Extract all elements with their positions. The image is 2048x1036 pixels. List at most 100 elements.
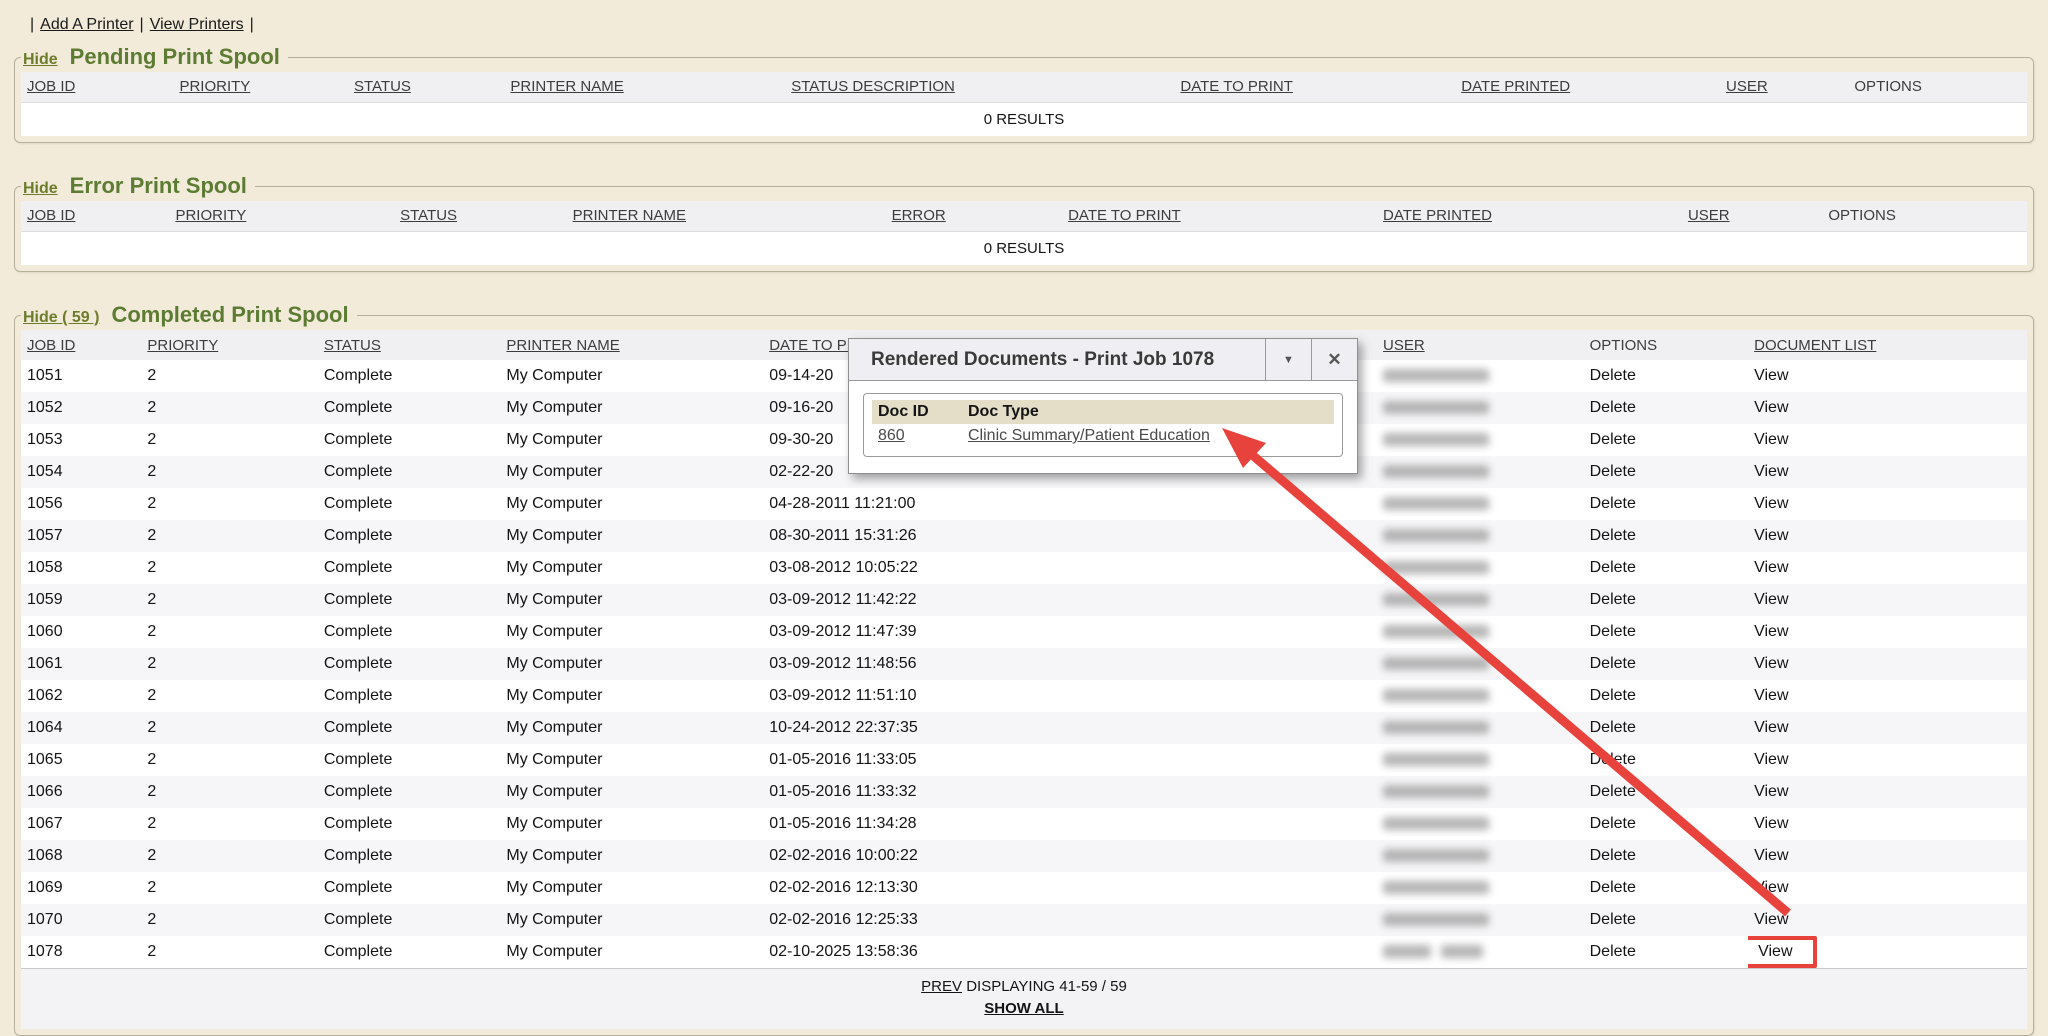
view-link[interactable]: View	[1754, 527, 1788, 544]
view-link[interactable]: View	[1754, 815, 1788, 832]
column-header-job_id[interactable]: JOB ID	[27, 78, 75, 95]
nav-separator: |	[30, 16, 34, 33]
view-link[interactable]: View	[1754, 783, 1788, 800]
cell-document_list: View	[1748, 488, 2027, 520]
delete-link[interactable]: Delete	[1590, 591, 1636, 608]
cell-printer_name: My Computer	[500, 360, 763, 392]
column-header-user[interactable]: USER	[1383, 337, 1425, 354]
column-header-status[interactable]: STATUS	[324, 337, 381, 354]
column-header-date_printed[interactable]: DATE PRINTED	[1461, 78, 1570, 95]
view-link[interactable]: View	[1754, 431, 1788, 448]
delete-link[interactable]: Delete	[1590, 879, 1636, 896]
hide-completed-link[interactable]: Hide ( 59 )	[23, 309, 99, 327]
delete-link[interactable]: Delete	[1590, 495, 1636, 512]
column-header-status_description[interactable]: STATUS DESCRIPTION	[791, 78, 955, 95]
delete-link[interactable]: Delete	[1590, 431, 1636, 448]
delete-link[interactable]: Delete	[1590, 655, 1636, 672]
column-header-job_id[interactable]: JOB ID	[27, 207, 75, 224]
cell-date_printed	[1136, 680, 1377, 712]
column-header-printer_name[interactable]: PRINTER NAME	[573, 207, 686, 224]
cell-job_id: 1070	[21, 904, 141, 936]
column-header-job_id[interactable]: JOB ID	[27, 337, 75, 354]
pending-print-spool-section: Hide Pending Print Spool JOB IDPRIORITYS…	[14, 44, 2034, 143]
cell-status: Complete	[318, 456, 501, 488]
column-header-user[interactable]: USER	[1688, 207, 1730, 224]
column-header-printer_name[interactable]: PRINTER NAME	[506, 337, 619, 354]
hide-error-link[interactable]: Hide	[23, 180, 58, 198]
view-link[interactable]: View	[1754, 367, 1788, 384]
cell-priority: 2	[141, 680, 318, 712]
view-printers-link[interactable]: View Printers	[150, 16, 244, 33]
show-all-line: SHOW ALL	[21, 998, 2027, 1020]
delete-link[interactable]: Delete	[1590, 367, 1636, 384]
column-header-error[interactable]: ERROR	[892, 207, 946, 224]
column-header-status[interactable]: STATUS	[354, 78, 411, 95]
view-link[interactable]: View	[1754, 687, 1788, 704]
view-link[interactable]: View	[1754, 655, 1788, 672]
cell-document_list: View	[1748, 680, 2027, 712]
delete-link[interactable]: Delete	[1590, 783, 1636, 800]
delete-link[interactable]: Delete	[1590, 719, 1636, 736]
column-header-priority[interactable]: PRIORITY	[147, 337, 218, 354]
cell-status: Complete	[318, 424, 501, 456]
column-header-priority[interactable]: PRIORITY	[179, 78, 250, 95]
column-header-user[interactable]: USER	[1726, 78, 1768, 95]
column-header-document_list[interactable]: DOCUMENT LIST	[1754, 337, 1876, 354]
delete-link[interactable]: Delete	[1590, 911, 1636, 928]
column-header-printer_name[interactable]: PRINTER NAME	[510, 78, 623, 95]
cell-date_printed	[1136, 520, 1377, 552]
column-header-priority[interactable]: PRIORITY	[175, 207, 246, 224]
add-a-printer-link[interactable]: Add A Printer	[40, 16, 133, 33]
cell-date_to_print: 02-02-2016 12:25:33	[763, 904, 1136, 936]
pagination: PREV DISPLAYING 41-59 / 59 SHOW ALL	[21, 968, 2027, 1029]
delete-link[interactable]: Delete	[1590, 815, 1636, 832]
empty-results-text: 0 RESULTS	[21, 231, 2027, 265]
doc-id-link[interactable]: 860	[878, 427, 905, 444]
delete-link[interactable]: Delete	[1590, 527, 1636, 544]
dialog-close-button[interactable]: ✕	[1311, 339, 1357, 380]
cell-options: Delete	[1584, 392, 1748, 424]
dialog-minimize-button[interactable]: ▼	[1265, 339, 1311, 380]
column-header-date_printed[interactable]: DATE PRINTED	[1383, 207, 1492, 224]
delete-link[interactable]: Delete	[1590, 751, 1636, 768]
cell-document_list: View	[1748, 872, 2027, 904]
view-link[interactable]: View	[1754, 847, 1788, 864]
view-link-highlighted[interactable]: View	[1748, 936, 1816, 968]
cell-printer_name: My Computer	[500, 648, 763, 680]
column-header-cell: JOB ID	[21, 201, 169, 231]
prev-page-link[interactable]: PREV	[921, 978, 962, 995]
doc-type-link[interactable]: Clinic Summary/Patient Education	[968, 427, 1210, 444]
delete-link[interactable]: Delete	[1590, 623, 1636, 640]
delete-link[interactable]: Delete	[1590, 463, 1636, 480]
cell-date_to_print: 08-30-2011 15:31:26	[763, 520, 1136, 552]
delete-link[interactable]: Delete	[1590, 559, 1636, 576]
view-link[interactable]: View	[1754, 623, 1788, 640]
column-header-cell: STATUS	[348, 72, 504, 102]
view-link[interactable]: View	[1754, 591, 1788, 608]
column-header-date_to_print[interactable]: DATE TO PRINT	[1180, 78, 1293, 95]
view-link[interactable]: View	[1754, 495, 1788, 512]
cell-date_to_print: 03-09-2012 11:47:39	[763, 616, 1136, 648]
view-link[interactable]: View	[1754, 399, 1788, 416]
show-all-link[interactable]: SHOW ALL	[984, 1000, 1063, 1017]
column-header-cell: PRIORITY	[173, 72, 348, 102]
view-link[interactable]: View	[1754, 559, 1788, 576]
cell-printer_name: My Computer	[500, 488, 763, 520]
view-link[interactable]: View	[1754, 751, 1788, 768]
column-header-status[interactable]: STATUS	[400, 207, 457, 224]
redacted-user-value	[1383, 465, 1489, 478]
delete-link[interactable]: Delete	[1590, 847, 1636, 864]
cell-priority: 2	[141, 648, 318, 680]
delete-link[interactable]: Delete	[1590, 943, 1636, 960]
displaying-text: DISPLAYING 41-59 / 59	[966, 978, 1127, 995]
delete-link[interactable]: Delete	[1590, 687, 1636, 704]
hide-pending-link[interactable]: Hide	[23, 51, 58, 69]
cell-options: Delete	[1584, 488, 1748, 520]
column-header-date_to_print[interactable]: DATE TO PRINT	[1068, 207, 1181, 224]
view-link[interactable]: View	[1754, 911, 1788, 928]
delete-link[interactable]: Delete	[1590, 399, 1636, 416]
view-link[interactable]: View	[1754, 463, 1788, 480]
view-link[interactable]: View	[1754, 879, 1788, 896]
cell-priority: 2	[141, 744, 318, 776]
view-link[interactable]: View	[1754, 719, 1788, 736]
